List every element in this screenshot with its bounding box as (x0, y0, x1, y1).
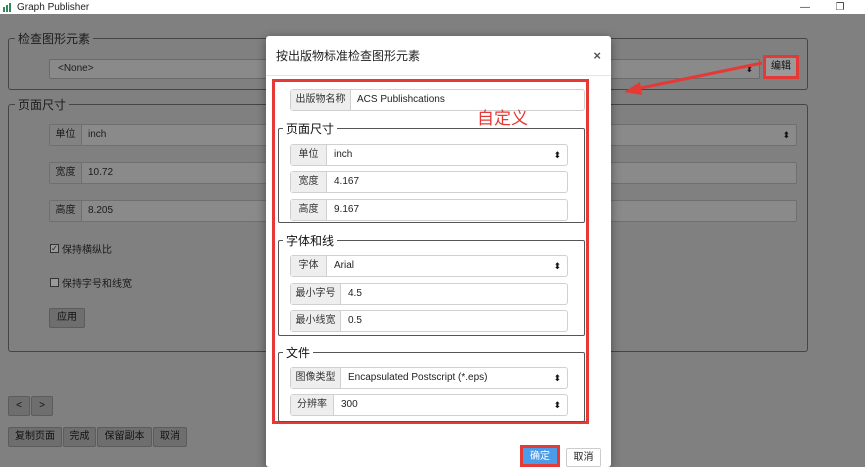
publication-name-value: ACS Publishcations (357, 94, 445, 105)
height-value: 9.167 (334, 204, 360, 215)
chevron-updown-icon: ⬍ (782, 130, 790, 140)
min-font-field[interactable]: 最小字号 4.5 (290, 283, 568, 305)
unit-label: 单位 (291, 145, 327, 165)
chevron-updown-icon: ⬍ (553, 373, 561, 383)
inspect-select-value: <None> (58, 63, 94, 74)
annotation-arrow-icon (624, 61, 763, 95)
bg-unit-label: 单位 (50, 125, 82, 145)
title-bar: Graph Publisher — ❐ (0, 0, 865, 14)
image-type-label: 图像类型 (291, 368, 341, 388)
keep-font-label: 保持字号和线宽 (62, 279, 132, 290)
min-line-value: 0.5 (348, 315, 362, 326)
minimize-icon[interactable]: — (790, 0, 820, 14)
bg-height-label: 高度 (50, 201, 82, 221)
font-select[interactable]: 字体 Arial ⬍ (290, 255, 568, 277)
publication-check-dialog: 按出版物标准检查图形元素 × 出版物名称 ACS Publishcations … (266, 36, 611, 467)
min-line-field[interactable]: 最小线宽 0.5 (290, 310, 568, 332)
chevron-updown-icon: ⬍ (553, 400, 561, 410)
image-type-value: Encapsulated Postscript (*.eps) (348, 372, 488, 383)
ok-button[interactable]: 确定 (520, 445, 560, 467)
publication-name-label: 出版物名称 (291, 90, 351, 110)
custom-annotation-label: 自定义 (477, 109, 528, 128)
bg-height-value: 8.205 (88, 205, 114, 216)
bg-width-value: 10.72 (88, 167, 114, 178)
restore-icon[interactable]: ❐ (825, 0, 855, 14)
bg-unit-value: inch (88, 129, 107, 140)
page-size-legend: 页面尺寸 (15, 96, 70, 113)
width-value: 4.167 (334, 176, 360, 187)
font-value: Arial (334, 260, 355, 271)
font-line-group-title: 字体和线 (283, 232, 338, 249)
page-size-group-title: 页面尺寸 (283, 120, 338, 137)
image-type-select[interactable]: 图像类型 Encapsulated Postscript (*.eps) ⬍ (290, 367, 568, 389)
chevron-left-icon: < (16, 400, 22, 411)
checkbox-unchecked-icon (50, 278, 59, 287)
resolution-select[interactable]: 分辨率 300 ⬍ (290, 394, 568, 416)
finish-button[interactable]: 完成 (63, 427, 96, 447)
width-field[interactable]: 宽度 4.167 (290, 171, 568, 193)
keep-copy-button[interactable]: 保留副本 (97, 427, 152, 447)
apply-button[interactable]: 应用 (49, 308, 85, 328)
min-line-label: 最小线宽 (291, 311, 341, 331)
chevron-updown-icon: ⬍ (553, 261, 561, 271)
window-title: Graph Publisher (17, 1, 90, 13)
unit-value: inch (334, 149, 353, 160)
close-icon[interactable]: × (593, 48, 601, 63)
unit-select[interactable]: 单位 inch ⬍ (290, 144, 568, 166)
min-font-value: 4.5 (348, 288, 362, 299)
resolution-label: 分辨率 (291, 395, 334, 415)
prev-page-button[interactable]: < (8, 396, 30, 416)
chevron-updown-icon: ⬍ (553, 150, 561, 160)
height-label: 高度 (291, 200, 327, 220)
keep-aspect-checkbox[interactable]: ✓ 保持横纵比 (50, 241, 112, 256)
dialog-header: 按出版物标准检查图形元素 × (266, 36, 611, 76)
keep-aspect-label: 保持横纵比 (62, 245, 112, 256)
font-label: 字体 (291, 256, 327, 276)
min-font-label: 最小字号 (291, 284, 341, 304)
inspect-legend: 检查图形元素 (15, 30, 94, 47)
bg-cancel-button[interactable]: 取消 (153, 427, 187, 447)
publication-name-field[interactable]: 出版物名称 ACS Publishcations (290, 89, 585, 111)
height-field[interactable]: 高度 9.167 (290, 199, 568, 221)
dialog-title: 按出版物标准检查图形元素 (276, 49, 421, 63)
next-page-button[interactable]: > (31, 396, 53, 416)
bg-width-label: 宽度 (50, 163, 82, 183)
file-group-title: 文件 (283, 344, 314, 361)
resolution-value: 300 (341, 399, 358, 410)
dialog-cancel-button[interactable]: 取消 (566, 448, 601, 467)
chevron-right-icon: > (39, 400, 45, 411)
width-label: 宽度 (291, 172, 327, 192)
checkbox-checked-icon: ✓ (50, 244, 59, 253)
app-icon (3, 2, 13, 12)
copy-page-button[interactable]: 复制页面 (8, 427, 62, 447)
keep-font-checkbox[interactable]: 保持字号和线宽 (50, 275, 132, 290)
